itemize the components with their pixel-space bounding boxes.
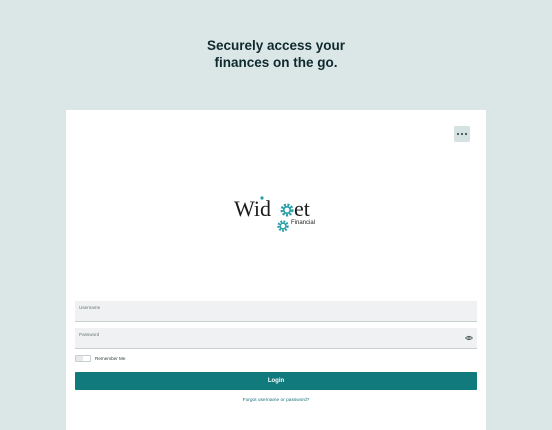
- remember-me-toggle[interactable]: [75, 355, 91, 362]
- password-label: Password: [79, 332, 100, 337]
- remember-me-row: Remember Me: [75, 355, 125, 362]
- logo-tagline: Financial: [291, 220, 315, 226]
- username-input[interactable]: [79, 312, 439, 319]
- username-field[interactable]: Username: [75, 301, 477, 322]
- login-card: Wid et Financial Username Password Remem…: [66, 110, 486, 430]
- more-horizontal-icon: [456, 132, 460, 136]
- hero-headline: Securely access your finances on the go.: [0, 38, 552, 71]
- logo-i-dot: [260, 196, 264, 200]
- logo-wordmark-right: et: [294, 196, 310, 221]
- username-label: Username: [79, 305, 101, 310]
- gear-small-icon: [277, 220, 289, 232]
- more-horizontal-icon-dot: [460, 132, 464, 136]
- more-options-button[interactable]: [454, 126, 470, 142]
- hero-line-1: Securely access your: [206, 38, 346, 53]
- login-button[interactable]: Login: [75, 372, 477, 390]
- forgot-credentials-link[interactable]: Forgot username or password?: [66, 398, 486, 403]
- hero-line-2: finances on the go.: [214, 54, 338, 70]
- password-field[interactable]: Password: [75, 328, 477, 349]
- remember-me-label: Remember Me: [95, 356, 126, 361]
- more-horizontal-icon-dot: [464, 132, 468, 136]
- gear-icon: [280, 203, 294, 217]
- password-input[interactable]: [79, 339, 439, 346]
- eye-icon[interactable]: [465, 335, 473, 341]
- widget-financial-logo: Wid et Financial: [234, 196, 315, 232]
- logo-wordmark-left: Wid: [234, 196, 271, 221]
